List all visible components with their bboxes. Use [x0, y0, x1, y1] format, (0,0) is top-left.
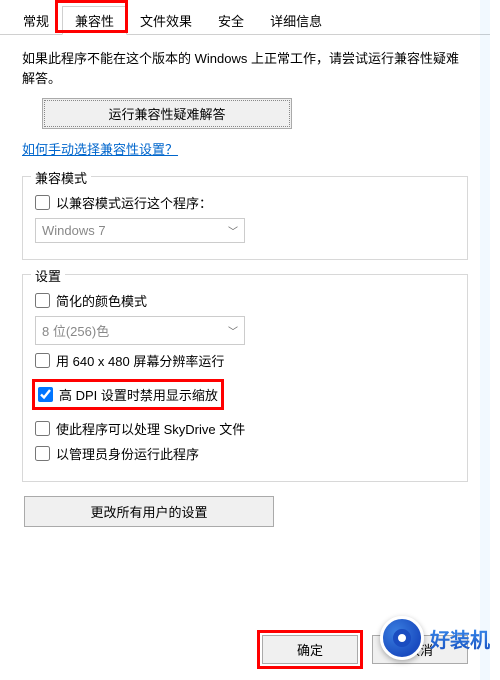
reduced-color-checkbox[interactable]: [35, 293, 50, 308]
compat-mode-title: 兼容模式: [31, 168, 91, 187]
compat-mode-label: 以兼容模式运行这个程序：: [56, 193, 212, 212]
skydrive-checkbox[interactable]: [35, 421, 50, 436]
tab-file-effects[interactable]: 文件效果: [127, 6, 205, 34]
resolution-label: 用 640 x 480 屏幕分辨率运行: [56, 351, 224, 370]
highlight-ok-button: 确定: [257, 630, 363, 669]
compat-mode-select[interactable]: Windows 7 ﹀: [35, 218, 245, 243]
compat-mode-select-value: Windows 7: [42, 223, 106, 238]
properties-dialog: 常规 兼容性 文件效果 安全 详细信息 如果此程序不能在这个版本的 Window…: [0, 0, 490, 680]
tab-content: 如果此程序不能在这个版本的 Windows 上正常工作，请尝试运行兼容性疑难解答…: [0, 35, 490, 541]
run-troubleshooter-button[interactable]: 运行兼容性疑难解答: [42, 98, 292, 129]
tab-details[interactable]: 详细信息: [257, 6, 335, 34]
tab-compatibility[interactable]: 兼容性: [62, 6, 127, 35]
color-select[interactable]: 8 位(256)色 ﹀: [35, 316, 245, 345]
compat-mode-checkbox-row[interactable]: 以兼容模式运行这个程序：: [35, 193, 455, 212]
window-edge: [480, 0, 490, 680]
tab-bar: 常规 兼容性 文件效果 安全 详细信息: [0, 0, 490, 35]
high-dpi-row[interactable]: 高 DPI 设置时禁用显示缩放: [32, 379, 224, 410]
admin-checkbox[interactable]: [35, 446, 50, 461]
tab-security[interactable]: 安全: [205, 6, 257, 34]
settings-title: 设置: [31, 266, 65, 285]
chevron-down-icon: ﹀: [228, 323, 238, 338]
tab-general[interactable]: 常规: [10, 6, 62, 34]
change-all-users-button[interactable]: 更改所有用户的设置: [24, 496, 274, 527]
skydrive-label: 使此程序可以处理 SkyDrive 文件: [56, 419, 245, 438]
chevron-down-icon: ﹀: [228, 223, 238, 238]
watermark: 好装机: [380, 616, 490, 660]
watermark-text: 好装机: [430, 624, 490, 653]
admin-label: 以管理员身份运行此程序: [56, 444, 199, 463]
compat-mode-checkbox[interactable]: [35, 195, 50, 210]
watermark-logo-icon: [380, 616, 424, 660]
manual-select-link[interactable]: 如何手动选择兼容性设置？: [22, 139, 178, 158]
admin-row[interactable]: 以管理员身份运行此程序: [35, 444, 455, 463]
reduced-color-row[interactable]: 简化的颜色模式: [35, 291, 455, 310]
high-dpi-checkbox[interactable]: [38, 387, 53, 402]
reduced-color-label: 简化的颜色模式: [56, 291, 147, 310]
skydrive-row[interactable]: 使此程序可以处理 SkyDrive 文件: [35, 419, 455, 438]
intro-text: 如果此程序不能在这个版本的 Windows 上正常工作，请尝试运行兼容性疑难解答…: [22, 49, 468, 88]
color-select-value: 8 位(256)色: [42, 321, 109, 340]
settings-group: 设置 简化的颜色模式 8 位(256)色 ﹀ 用 640 x 480 屏幕分辨率…: [22, 274, 468, 482]
resolution-checkbox[interactable]: [35, 353, 50, 368]
high-dpi-label: 高 DPI 设置时禁用显示缩放: [59, 385, 218, 404]
ok-button[interactable]: 确定: [262, 635, 358, 664]
compat-mode-group: 兼容模式 以兼容模式运行这个程序： Windows 7 ﹀: [22, 176, 468, 260]
resolution-row[interactable]: 用 640 x 480 屏幕分辨率运行: [35, 351, 455, 370]
